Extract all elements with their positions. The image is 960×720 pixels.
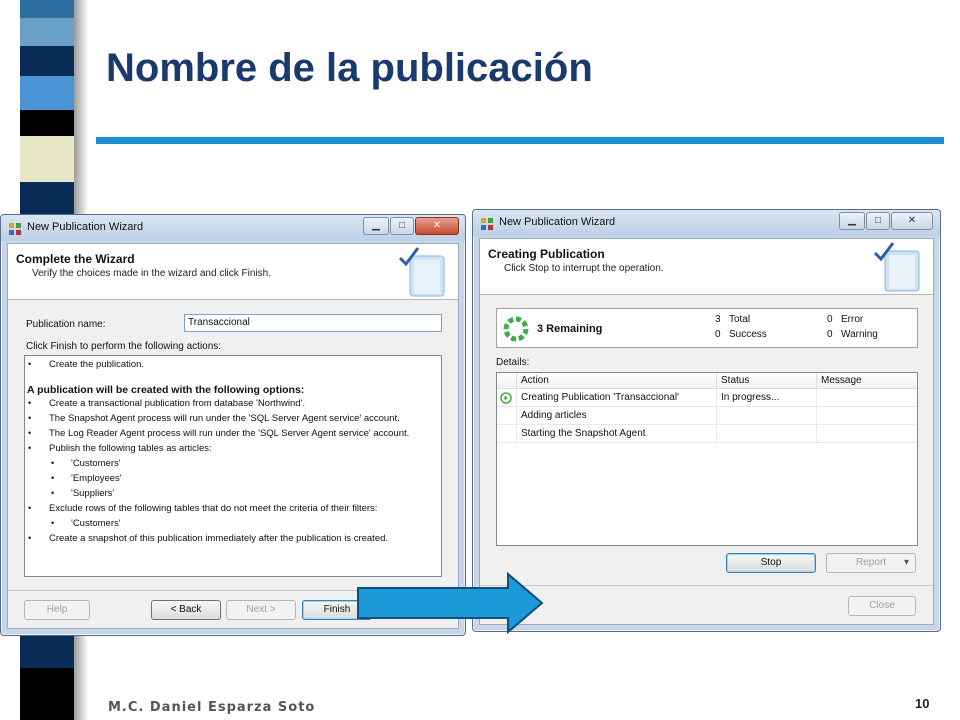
chevron-down-icon: ▾ xyxy=(903,557,909,568)
error-label: Error xyxy=(841,314,864,325)
column-header-action[interactable]: Action xyxy=(517,373,717,389)
table-row-message xyxy=(817,425,917,443)
action-line: Create a snapshot of this publication im… xyxy=(49,533,389,544)
row-status-cell xyxy=(497,389,517,407)
author-footer: M.C. Daniel Esparza Soto xyxy=(108,700,316,715)
wizard-book-icon xyxy=(398,247,445,297)
row-status-cell xyxy=(497,407,517,425)
bullet: • xyxy=(28,398,32,408)
window-titlebar: New Publication Wizard ▁ □ ✕ xyxy=(1,215,465,241)
details-table[interactable]: Action Status Message Creating Publicati… xyxy=(496,372,918,546)
bullet: • xyxy=(51,458,55,468)
table-row-status: In progress... xyxy=(717,389,817,407)
help-button[interactable]: Help xyxy=(24,600,90,620)
slide-title: Nombre de la publicación xyxy=(106,46,593,90)
bullet: • xyxy=(51,518,55,528)
bullet: • xyxy=(28,413,32,423)
in-progress-icon xyxy=(500,392,512,404)
action-line: The Log Reader Agent process will run un… xyxy=(49,428,410,439)
bullet: • xyxy=(28,428,32,438)
button-separator xyxy=(480,585,933,586)
creating-publication-window: New Publication Wizard ▁ □ ✕ Creating Pu… xyxy=(472,209,941,632)
wizard-header-subtitle: Verify the choices made in the wizard an… xyxy=(32,268,271,279)
wizard-header-subtitle: Click Stop to interrupt the operation. xyxy=(504,263,664,274)
wizard-app-icon xyxy=(481,218,493,230)
close-window-button[interactable]: ✕ xyxy=(415,217,459,235)
publication-name-label: Publication name: xyxy=(26,319,106,330)
bullet: • xyxy=(51,473,55,483)
action-line: The Snapshot Agent process will run unde… xyxy=(49,413,400,424)
window-title: New Publication Wizard xyxy=(27,221,144,233)
right-arrow-icon xyxy=(357,572,544,634)
page-number: 10 xyxy=(915,696,930,711)
warning-label: Warning xyxy=(841,329,878,340)
window-titlebar: New Publication Wizard ▁ □ ✕ xyxy=(473,210,940,236)
column-header-status[interactable]: Status xyxy=(717,373,817,389)
success-label: Success xyxy=(729,329,767,340)
action-line: Create a transactional publication from … xyxy=(49,398,306,409)
progress-spinner-icon xyxy=(503,316,529,342)
publication-name-input[interactable]: Transaccional xyxy=(184,314,442,332)
wizard-header-title: Complete the Wizard xyxy=(16,252,135,266)
success-count: 0 xyxy=(715,329,721,340)
details-label: Details: xyxy=(496,357,530,368)
bullet: • xyxy=(28,503,32,513)
total-count: 3 xyxy=(715,314,721,325)
table-row-message xyxy=(817,389,917,407)
article-item: 'Employees' xyxy=(71,473,122,484)
back-button[interactable]: < Back xyxy=(151,600,221,620)
table-row-action: Adding articles xyxy=(517,407,717,425)
actions-list[interactable]: • Create the publication. A publication … xyxy=(24,355,442,577)
warning-count: 0 xyxy=(827,329,833,340)
options-heading: A publication will be created with the f… xyxy=(27,384,305,396)
minimize-button[interactable]: ▁ xyxy=(839,212,865,230)
total-label: Total xyxy=(729,314,751,325)
table-row-status xyxy=(717,407,817,425)
report-button[interactable]: Report ▾ xyxy=(826,553,916,573)
status-summary-panel: 3 Remaining 3 Total 0 Success 0 Error 0 … xyxy=(496,308,918,348)
table-row-status xyxy=(717,425,817,443)
maximize-button[interactable]: □ xyxy=(866,212,890,230)
instructions-label: Click Finish to perform the following ac… xyxy=(26,341,222,352)
wizard-header: Creating Publication Click Stop to inter… xyxy=(480,239,933,295)
column-header-blank xyxy=(497,373,517,389)
action-line: Publish the following tables as articles… xyxy=(49,443,212,454)
title-underline xyxy=(96,137,944,144)
wizard-app-icon xyxy=(9,223,21,235)
minimize-button[interactable]: ▁ xyxy=(363,217,389,235)
wizard-header: Complete the Wizard Verify the choices m… xyxy=(8,244,458,300)
row-status-cell xyxy=(497,425,517,443)
bullet: • xyxy=(51,488,55,498)
bullet: • xyxy=(28,443,32,453)
close-window-button[interactable]: ✕ xyxy=(891,212,933,230)
report-button-label: Report xyxy=(855,557,886,568)
action-line: Create the publication. xyxy=(49,359,145,370)
window-body: Creating Publication Click Stop to inter… xyxy=(479,238,934,625)
action-line: Exclude rows of the following tables tha… xyxy=(49,503,378,514)
stop-button[interactable]: Stop xyxy=(726,553,816,573)
column-header-message[interactable]: Message xyxy=(817,373,917,389)
maximize-button[interactable]: □ xyxy=(390,217,414,235)
wizard-book-icon xyxy=(873,242,920,292)
article-item: 'Customers' xyxy=(71,458,121,469)
remaining-count: 3 Remaining xyxy=(537,323,603,335)
error-count: 0 xyxy=(827,314,833,325)
wizard-header-title: Creating Publication xyxy=(488,247,605,261)
bullet: • xyxy=(28,533,32,543)
article-item: 'Customers' xyxy=(71,518,121,529)
table-row-action: Creating Publication 'Transaccional' xyxy=(517,389,717,407)
article-item: 'Suppliers' xyxy=(71,488,115,499)
bullet: • xyxy=(28,359,32,369)
table-row-action: Starting the Snapshot Agent xyxy=(517,425,717,443)
next-button[interactable]: Next > xyxy=(226,600,296,620)
table-row-message xyxy=(817,407,917,425)
window-title: New Publication Wizard xyxy=(499,216,616,228)
close-button[interactable]: Close xyxy=(848,596,916,616)
